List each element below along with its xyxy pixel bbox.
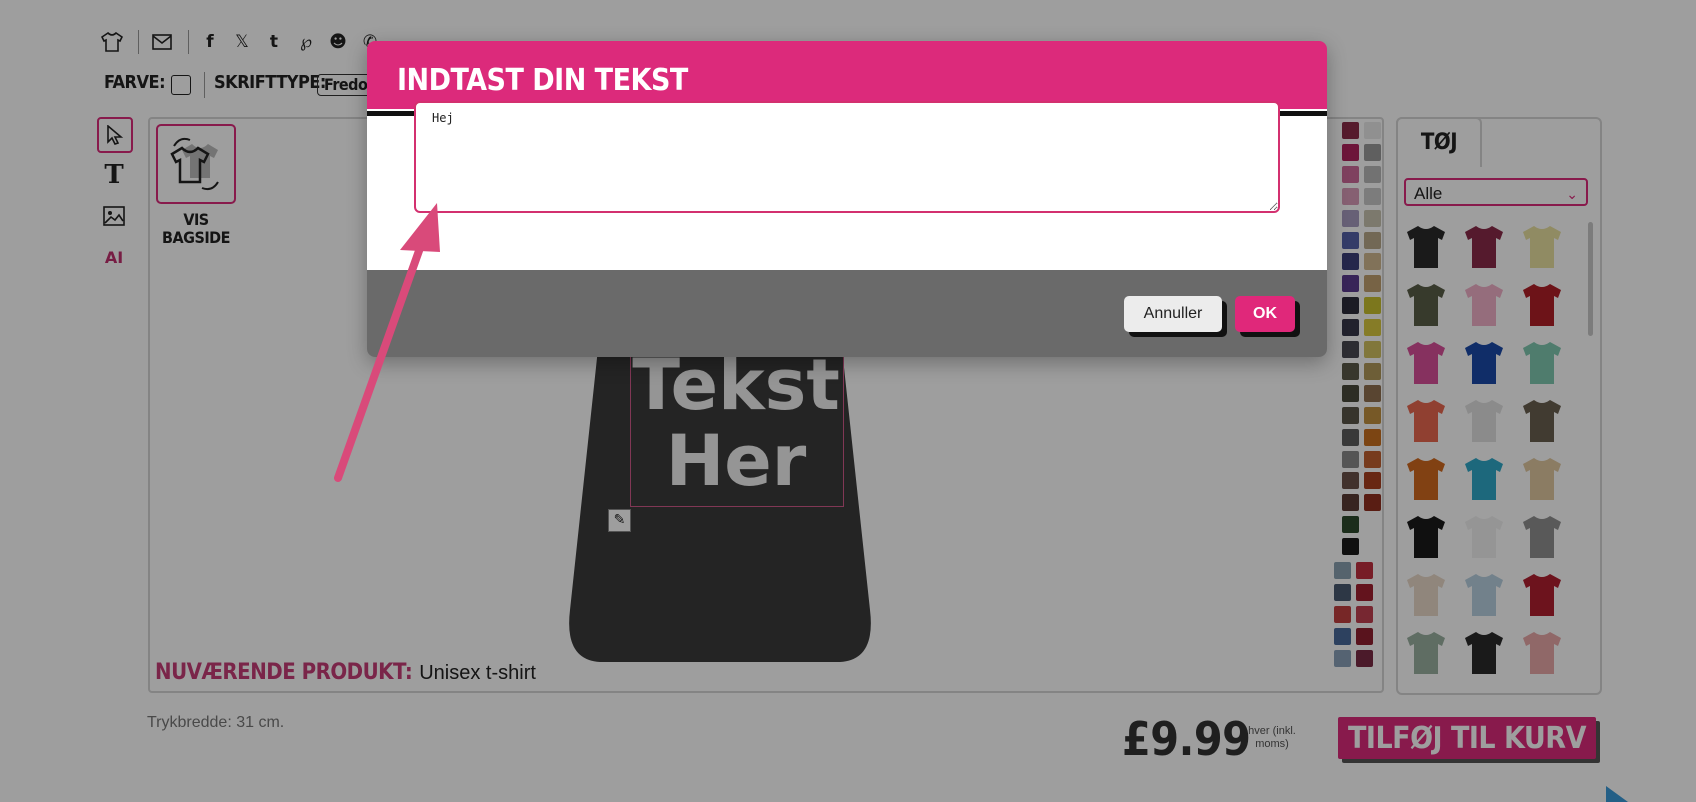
annotation-arrow-icon <box>334 203 440 482</box>
